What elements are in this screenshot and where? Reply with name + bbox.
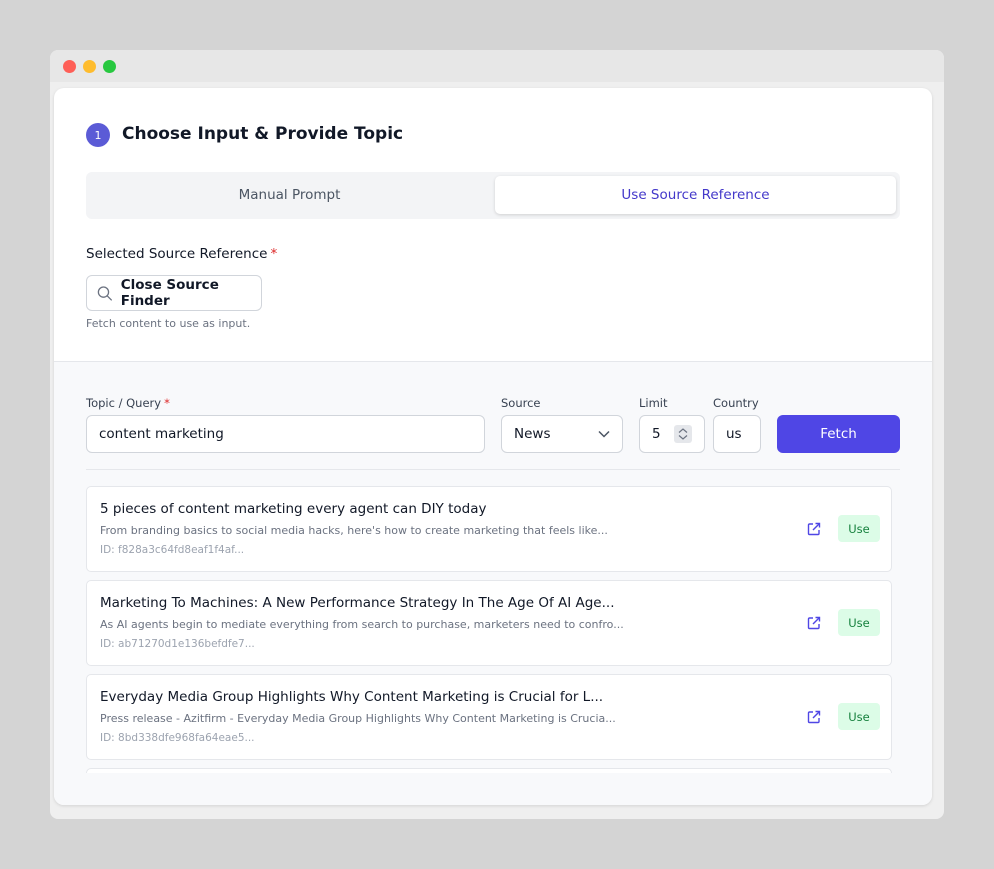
result-id: ID: 8bd338dfe968fa64eae5... bbox=[100, 732, 255, 744]
stepper-arrows-icon[interactable] bbox=[674, 425, 692, 443]
window-titlebar bbox=[50, 50, 944, 82]
result-item: Marketing To Machines: A New Performance… bbox=[86, 580, 892, 666]
result-id: ID: f828a3c64fd8eaf1f4af... bbox=[100, 544, 245, 556]
external-link-icon[interactable] bbox=[806, 709, 822, 725]
result-description: As AI agents begin to mediate everything… bbox=[100, 618, 624, 631]
topic-label: Topic / Query * bbox=[86, 396, 170, 410]
topic-input-value: content marketing bbox=[99, 426, 224, 442]
country-input-value: us bbox=[726, 426, 742, 442]
close-window-button[interactable] bbox=[63, 60, 76, 73]
country-label: Country bbox=[713, 396, 759, 410]
tab-manual-prompt[interactable]: Manual Prompt bbox=[89, 176, 490, 214]
required-marker: * bbox=[270, 246, 278, 262]
app-window: 1 Choose Input & Provide Topic Manual Pr… bbox=[50, 50, 944, 819]
source-reference-label-text: Selected Source Reference bbox=[86, 246, 268, 262]
close-source-finder-label: Close Source Finder bbox=[120, 277, 219, 309]
tab-use-source-reference[interactable]: Use Source Reference bbox=[495, 176, 896, 214]
result-title: 5 pieces of content marketing every agen… bbox=[100, 501, 487, 517]
input-card: 1 Choose Input & Provide Topic Manual Pr… bbox=[54, 88, 932, 805]
result-item: 5 pieces of content marketing every agen… bbox=[86, 486, 892, 572]
minimize-window-button[interactable] bbox=[83, 60, 96, 73]
source-select[interactable]: News bbox=[501, 415, 623, 453]
chevron-down-icon bbox=[598, 430, 610, 438]
source-helper-text: Fetch content to use as input. bbox=[86, 317, 251, 330]
country-input[interactable]: us bbox=[713, 415, 761, 453]
limit-label: Limit bbox=[639, 396, 668, 410]
source-reference-label: Selected Source Reference * bbox=[86, 246, 277, 262]
use-button[interactable]: Use bbox=[838, 515, 880, 542]
source-select-value: News bbox=[514, 426, 551, 442]
external-link-icon[interactable] bbox=[806, 615, 822, 631]
external-link-icon[interactable] bbox=[806, 521, 822, 537]
search-icon bbox=[97, 285, 112, 301]
divider bbox=[86, 469, 900, 470]
result-title: Everyday Media Group Highlights Why Cont… bbox=[100, 689, 604, 705]
result-item-partial bbox=[86, 768, 892, 773]
result-id: ID: ab71270d1e136befdfe7... bbox=[100, 638, 255, 650]
source-label: Source bbox=[501, 396, 541, 410]
fetch-button[interactable]: Fetch bbox=[777, 415, 900, 453]
close-source-finder-button[interactable]: Close Source Finder bbox=[86, 275, 262, 311]
result-description: From branding basics to social media hac… bbox=[100, 524, 608, 537]
step-badge: 1 bbox=[86, 123, 110, 147]
use-button[interactable]: Use bbox=[838, 609, 880, 636]
step-title: Choose Input & Provide Topic bbox=[122, 124, 404, 144]
maximize-window-button[interactable] bbox=[103, 60, 116, 73]
topic-required-marker: * bbox=[164, 396, 170, 410]
use-button[interactable]: Use bbox=[838, 703, 880, 730]
result-item: Everyday Media Group Highlights Why Cont… bbox=[86, 674, 892, 760]
topic-input[interactable]: content marketing bbox=[86, 415, 485, 453]
limit-value: 5 bbox=[652, 426, 661, 442]
source-finder-panel: Topic / Query * content marketing Source … bbox=[54, 361, 932, 805]
input-mode-switch: Manual Prompt Use Source Reference bbox=[86, 172, 900, 219]
topic-label-text: Topic / Query bbox=[86, 396, 162, 410]
result-title: Marketing To Machines: A New Performance… bbox=[100, 595, 615, 611]
limit-stepper[interactable]: 5 bbox=[639, 415, 705, 453]
results-list[interactable]: 5 pieces of content marketing every agen… bbox=[86, 486, 892, 773]
result-description: Press release - Azitfirm - Everyday Medi… bbox=[100, 712, 616, 725]
